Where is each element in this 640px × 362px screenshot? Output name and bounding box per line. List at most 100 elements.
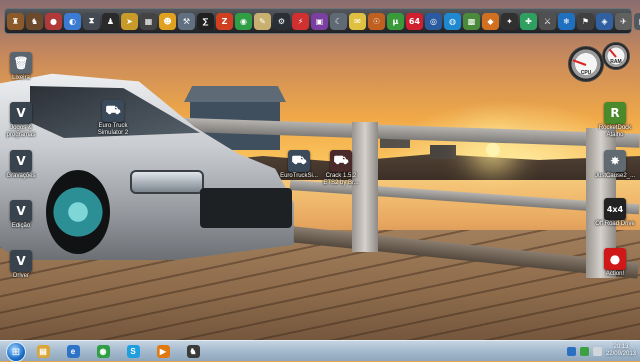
desktop-icon-justcause[interactable]: ✸ JustCause2_...: [584, 150, 640, 180]
taskbar-explorer[interactable]: ▤: [30, 342, 56, 360]
app-icon-18[interactable]: ☾: [330, 12, 347, 30]
taskbar-clock[interactable]: 20:13 22/09/2013: [606, 344, 636, 358]
taskbar-skype-icon: S: [126, 344, 140, 358]
desktop-icon-euro-truck-label: Euro Truck Simulator 2: [97, 123, 129, 136]
desktop-icon-jogos-icon: V: [10, 102, 32, 124]
taskbar-app6-icon: ♞: [186, 344, 200, 358]
ram-gauge-label: RAM: [610, 59, 622, 66]
desktop-icon-jogos[interactable]: V Jogos & programas: [0, 102, 52, 139]
app-icon-6[interactable]: ♟: [102, 12, 119, 30]
desktop-icon-euro-truck[interactable]: ⛟ Euro Truck Simulator 2: [82, 100, 144, 137]
chrome-icon[interactable]: ◉: [235, 12, 252, 30]
taskbar-ie[interactable]: e: [60, 342, 86, 360]
desktop-icon-edicao-label: Edição: [11, 223, 31, 229]
desktop-icon-driver[interactable]: V Driver: [0, 250, 52, 280]
desktop-icon-justcause-icon: ✸: [604, 150, 626, 172]
app-icon-3[interactable]: ●: [45, 12, 62, 30]
taskbar-chrome[interactable]: ◉: [90, 342, 116, 360]
app-icon-34[interactable]: ▶: [634, 12, 640, 30]
taskbar-chrome-icon: ◉: [96, 344, 110, 358]
cpu-gauge-label: CPU: [580, 70, 592, 77]
desktop-icon-driver-icon: V: [10, 250, 32, 272]
desktop-icon-crack[interactable]: ⛟ Crack 1.5.2 ETS2 by Br...: [310, 150, 372, 187]
app-icon-33[interactable]: ✈: [615, 12, 632, 30]
app-icon-9[interactable]: ☻: [159, 12, 176, 30]
steam-icon[interactable]: ⚙: [273, 12, 290, 30]
desktop-icon-lixeira[interactable]: 🗑 Lixeira: [0, 52, 52, 82]
windows-taskbar: ⊞ ▤ e ◉ S ▶ ♞ 20:13 22/09/2013: [0, 340, 640, 362]
app-icon-25[interactable]: ▩: [463, 12, 480, 30]
desktop-icon-lixeira-icon: 🗑: [10, 52, 32, 74]
app-icon-8[interactable]: ▦: [140, 12, 157, 30]
desktop-icon-euro-truck-icon: ⛟: [102, 100, 124, 122]
taskbar-media[interactable]: ▶: [150, 342, 176, 360]
desktop-icon-edicao[interactable]: V Edição: [0, 200, 52, 230]
desktop-icon-rockstar-label: RocketDock Atalho: [598, 125, 632, 138]
app-icon-30[interactable]: ❄: [558, 12, 575, 30]
app-icon-4[interactable]: ◐: [64, 12, 81, 30]
app-icon-29[interactable]: ⚔: [539, 12, 556, 30]
desktop-icon-offroad-icon: 4x4: [604, 198, 626, 220]
desktop-icon-action-label: Action!: [605, 271, 625, 277]
app-icon-17[interactable]: ▣: [311, 12, 328, 30]
taskbar-explorer-icon: ▤: [36, 344, 50, 358]
ram-gauge: RAM: [602, 42, 630, 70]
cpu-gauge-needle: [572, 59, 587, 66]
wallpaper-sun: [486, 143, 500, 157]
network-icon[interactable]: [566, 346, 576, 356]
desktop-icon-offroad[interactable]: 4x4 Off Road Drive: [584, 198, 640, 228]
app-icon-12[interactable]: Z: [216, 12, 233, 30]
desktop-icon-gravacoes-icon: V: [10, 150, 32, 172]
clock-time: 20:13: [613, 344, 629, 350]
utorrent-icon[interactable]: µ: [387, 12, 404, 30]
app-icon-2[interactable]: ♞: [26, 12, 43, 30]
wallpaper-car-wheel: [46, 170, 110, 254]
taskbar-app6[interactable]: ♞: [180, 342, 206, 360]
volume-icon[interactable]: [592, 346, 602, 356]
start-button[interactable]: ⊞: [6, 342, 26, 362]
app-icon-10[interactable]: ⚒: [178, 12, 195, 30]
app-icon-5[interactable]: ⧗: [83, 12, 100, 30]
desktop-icon-gravacoes[interactable]: V Gravações: [0, 150, 52, 180]
app-icon-20[interactable]: ☉: [368, 12, 385, 30]
wallpaper-car-grille: [200, 188, 292, 228]
cpu-meter-gadget[interactable]: CPU RAM: [568, 42, 630, 82]
app-icon-16[interactable]: ⚡: [292, 12, 309, 30]
app-icon-14[interactable]: ✎: [254, 12, 271, 30]
app-icon-32[interactable]: ◈: [596, 12, 613, 30]
desktop-icon-driver-label: Driver: [13, 273, 29, 279]
taskbar-ie-icon: e: [66, 344, 80, 358]
desktop-icon-jogos-label: Jogos & programas: [6, 125, 36, 138]
desktop-icon-lixeira-label: Lixeira: [12, 75, 30, 81]
app-icon-19[interactable]: ✉: [349, 12, 366, 30]
desktop-icon-rockstar[interactable]: R RocketDock Atalho: [584, 102, 640, 139]
app-icon-11[interactable]: ∑: [197, 12, 214, 30]
app-icon-26[interactable]: ◆: [482, 12, 499, 30]
clock-date: 22/09/2013: [605, 351, 636, 357]
cpu-gauge: CPU: [568, 46, 604, 82]
app-icon-7[interactable]: ➤: [121, 12, 138, 30]
desktop-icon-eurotrucks-icon: ⛟: [288, 150, 310, 172]
app-icon-27[interactable]: ✦: [501, 12, 518, 30]
rocketdock-bar: ♜♞●◐⧗♟➤▦☻⚒∑Z◉✎⚙⚡▣☾✉☉µ64◎◍▩◆✦✚⚔❄⚑◈✈▶FULLg…: [4, 8, 640, 34]
wallpaper-house-small: [430, 145, 456, 159]
system-tray: 20:13 22/09/2013: [566, 341, 636, 361]
wallpaper-car-headlight: [130, 170, 204, 194]
app-icon-22[interactable]: 64: [406, 12, 423, 30]
app-icon-28[interactable]: ✚: [520, 12, 537, 30]
app-icon-1[interactable]: ♜: [7, 12, 24, 30]
taskbar-media-icon: ▶: [156, 344, 170, 358]
desktop-icon-crack-icon: ⛟: [330, 150, 352, 172]
desktop-icon-justcause-label: JustCause2_...: [594, 173, 636, 179]
ram-gauge-needle: [608, 48, 617, 58]
wallpaper-post: [352, 122, 378, 252]
tray-app-icon[interactable]: [579, 346, 589, 356]
desktop-icon-crack-label: Crack 1.5.2 ETS2 by Br...: [323, 173, 359, 186]
app-icon-31[interactable]: ⚑: [577, 12, 594, 30]
desktop-icon-action[interactable]: ● Action!: [584, 248, 640, 278]
taskbar-skype[interactable]: S: [120, 342, 146, 360]
app-icon-23[interactable]: ◎: [425, 12, 442, 30]
desktop-icon-offroad-label: Off Road Drive: [595, 221, 635, 227]
desktop-icon-action-icon: ●: [604, 248, 626, 270]
app-icon-24[interactable]: ◍: [444, 12, 461, 30]
